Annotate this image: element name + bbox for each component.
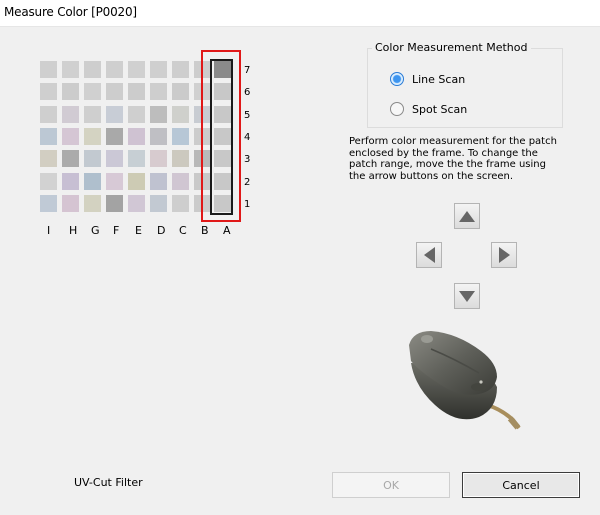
color-patch [62, 83, 79, 101]
uv-cut-filter-label: UV-Cut Filter [74, 476, 143, 489]
move-up-button[interactable] [454, 203, 480, 229]
color-patch [40, 61, 57, 78]
color-patch [40, 194, 57, 212]
color-patch [40, 172, 57, 190]
color-patch [128, 150, 145, 168]
column-label: A [223, 224, 231, 237]
color-patch [172, 105, 189, 123]
arrow-right-icon [498, 247, 510, 263]
instruction-text: Perform color measurement for the patch … [349, 136, 557, 182]
title-bar: Measure Color [P0020] [0, 0, 600, 27]
color-patch [150, 127, 167, 145]
color-patch [128, 105, 145, 123]
color-patch [172, 61, 189, 78]
line-scan-label[interactable]: Line Scan [412, 73, 465, 86]
arrow-left-icon [423, 247, 435, 263]
arrow-up-icon [459, 210, 475, 222]
row-label: 2 [244, 176, 251, 188]
column-label: D [157, 224, 166, 237]
color-patch [40, 105, 57, 123]
move-down-button[interactable] [454, 283, 480, 309]
measurement-method-group [367, 48, 563, 128]
color-patch [106, 105, 123, 123]
color-patch [128, 172, 145, 190]
arrow-down-icon [459, 290, 475, 302]
color-patch [106, 172, 123, 190]
color-patch [84, 150, 101, 168]
color-patch [40, 83, 57, 101]
spot-scan-label[interactable]: Spot Scan [412, 103, 467, 116]
color-patch [106, 150, 123, 168]
column-label: G [91, 224, 100, 237]
move-right-button[interactable] [491, 242, 517, 268]
color-patch [106, 194, 123, 212]
color-patch [84, 127, 101, 145]
column-label: H [69, 224, 78, 237]
color-patch [62, 127, 79, 145]
color-patch [150, 83, 167, 101]
row-label: 5 [244, 109, 251, 121]
spot-scan-radio[interactable] [390, 102, 404, 116]
row-label: 3 [244, 154, 251, 166]
color-patch [106, 127, 123, 145]
column-label: F [113, 224, 120, 237]
selected-column-frame [210, 59, 233, 215]
color-patch [106, 61, 123, 78]
color-patch [106, 83, 123, 101]
window-title: Measure Color [P0020] [4, 5, 137, 19]
color-patch [84, 61, 101, 78]
color-patch [150, 150, 167, 168]
ok-button[interactable]: OK [332, 472, 450, 498]
color-patch [150, 172, 167, 190]
color-patch [172, 172, 189, 190]
color-patch [172, 127, 189, 145]
color-patch [150, 61, 167, 78]
row-label: 7 [244, 65, 251, 76]
color-patch [150, 105, 167, 123]
measurement-method-title: Color Measurement Method [372, 41, 531, 54]
color-patch [172, 194, 189, 212]
color-patch [128, 194, 145, 212]
color-patch [62, 150, 79, 168]
row-label: 6 [244, 87, 251, 99]
color-patch [84, 172, 101, 190]
color-patch [62, 61, 79, 78]
color-patch [62, 172, 79, 190]
color-patch [172, 83, 189, 101]
row-label: 1 [244, 198, 251, 210]
column-label: B [201, 224, 209, 237]
color-patch [150, 194, 167, 212]
color-patch [172, 150, 189, 168]
color-patch [128, 61, 145, 78]
move-left-button[interactable] [416, 242, 442, 268]
color-patch [62, 105, 79, 123]
color-patch [84, 83, 101, 101]
color-patch [40, 127, 57, 145]
color-patch [128, 83, 145, 101]
color-patch [62, 194, 79, 212]
row-label: 4 [244, 131, 251, 143]
line-scan-radio[interactable] [390, 72, 404, 86]
column-label: E [135, 224, 142, 237]
cancel-button[interactable]: Cancel [462, 472, 580, 498]
column-label: C [179, 224, 187, 237]
column-label: I [47, 224, 51, 237]
color-patch [84, 105, 101, 123]
color-patch [40, 150, 57, 168]
color-patch [84, 194, 101, 212]
spectrophotometer-image [409, 331, 521, 430]
color-patch [128, 127, 145, 145]
